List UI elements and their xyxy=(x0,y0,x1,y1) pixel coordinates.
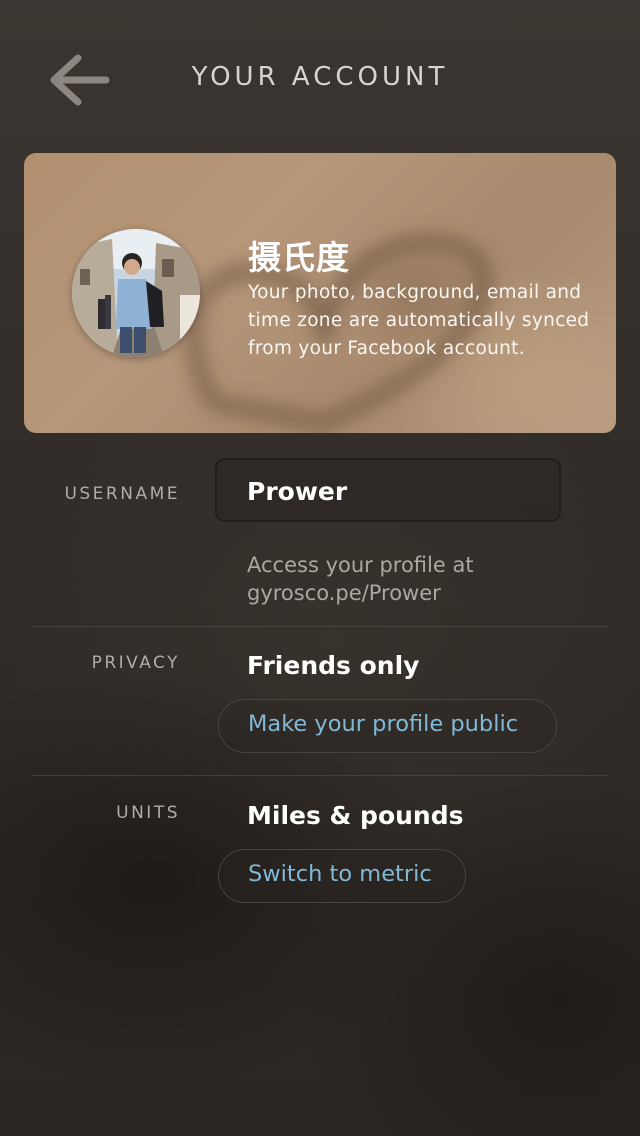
username-field[interactable]: Prower xyxy=(215,458,561,522)
units-value: Miles & pounds xyxy=(247,801,464,830)
privacy-value: Friends only xyxy=(247,651,420,680)
page-title: YOUR ACCOUNT xyxy=(191,62,449,92)
account-screen: YOUR ACCOUNT 摄氏度 Your photo, background,… xyxy=(0,0,640,1136)
username-value: Prower xyxy=(247,477,348,506)
profile-card: 摄氏度 Your photo, background, email and ti… xyxy=(24,153,616,433)
units-label: UNITS xyxy=(116,803,180,823)
username-label: USERNAME xyxy=(64,484,180,504)
divider xyxy=(32,626,608,627)
avatar[interactable] xyxy=(72,229,200,357)
switch-to-metric-button[interactable]: Switch to metric xyxy=(218,849,466,903)
profile-url-hint: Access your profile at gyrosco.pe/Prower xyxy=(247,553,474,605)
switch-to-metric-label: Switch to metric xyxy=(248,861,432,887)
profile-name: 摄氏度 xyxy=(248,238,350,277)
sync-info-text: Your photo, background, email and time z… xyxy=(248,282,590,359)
make-profile-public-button[interactable]: Make your profile public xyxy=(218,699,557,753)
make-profile-public-label: Make your profile public xyxy=(248,711,519,737)
privacy-label: PRIVACY xyxy=(91,653,180,673)
divider xyxy=(32,775,608,776)
